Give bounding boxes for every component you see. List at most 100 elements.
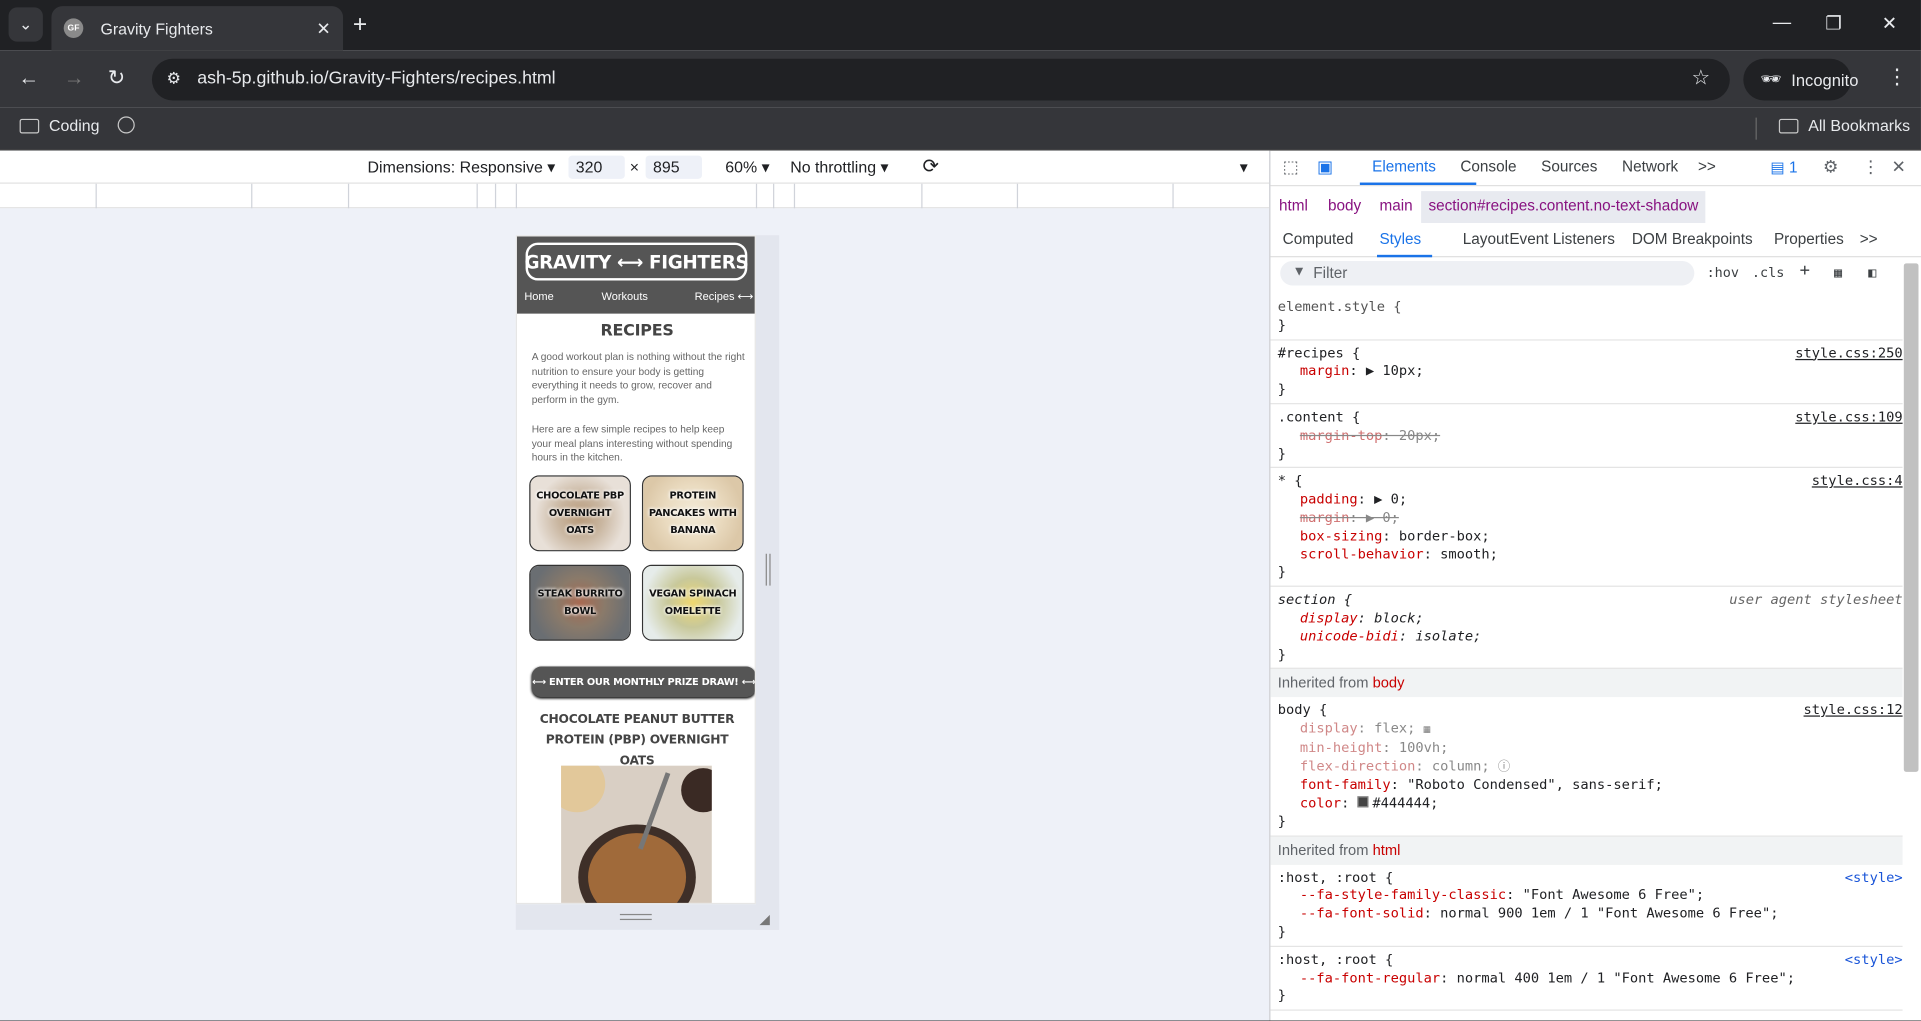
height-input[interactable]: 895 [645, 155, 702, 179]
tab-network[interactable]: Network [1622, 158, 1678, 175]
resize-handle-right[interactable] [765, 553, 771, 586]
rule-body[interactable]: body { style.css:12 display: flex; ▦ min… [1270, 697, 1903, 837]
resize-corner-icon[interactable]: ◢ [760, 911, 770, 928]
subtab-layout[interactable]: Layout [1463, 230, 1509, 247]
prize-draw-button[interactable]: ⟷ ENTER OUR MONTHLY PRIZE DRAW! ⟷ [531, 666, 755, 698]
device-toggle-icon[interactable]: ▣ [1317, 157, 1333, 178]
css-property[interactable]: scroll-behavior: smooth; [1278, 546, 1895, 564]
issues-badge[interactable]: ▤ 1 [1770, 158, 1797, 176]
css-property[interactable]: font-family: "Roboto Condensed", sans-se… [1278, 777, 1895, 795]
new-rule-icon[interactable]: + [1800, 261, 1810, 281]
zoom-dropdown[interactable]: 60% ▾ [725, 158, 769, 178]
hov-button[interactable]: :hov [1707, 265, 1739, 281]
bookmark-globe[interactable] [117, 116, 135, 134]
css-property-inactive[interactable]: min-height: 100vh; [1278, 740, 1895, 758]
rule-content[interactable]: .content { style.css:109 margin-top: 20p… [1270, 404, 1903, 469]
rotate-icon[interactable]: ⟳ [923, 154, 939, 179]
rule-host-root-2[interactable]: :host, :root { <style> --fa-font-regular… [1270, 947, 1903, 1011]
recipe-card-burrito[interactable]: STEAK BURRITO BOWL [529, 564, 631, 641]
rule-source-link[interactable]: style.css:250 [1795, 345, 1902, 363]
css-property-overridden[interactable]: margin-top: 20px; [1278, 427, 1895, 445]
throttling-dropdown[interactable]: No throttling ▾ [790, 158, 888, 178]
rule-section-ua[interactable]: section { user agent stylesheet display:… [1270, 587, 1903, 670]
rule-source-link[interactable]: style.css:109 [1795, 409, 1902, 427]
recipe-card-oats[interactable]: CHOCOLATE PBP OVERNIGHT OATS [529, 475, 631, 552]
media-query-ruler[interactable] [0, 183, 1270, 209]
bookmark-star-icon[interactable]: ☆ [1692, 66, 1711, 91]
css-property[interactable]: color: #444444; [1278, 795, 1895, 813]
css-property-inactive[interactable]: flex-direction: column; ⓘ [1278, 758, 1895, 777]
resize-handle-bottom[interactable] [619, 913, 652, 921]
crumb-html[interactable]: html [1279, 197, 1308, 214]
subtab-properties[interactable]: Properties [1774, 230, 1844, 247]
crumb-body[interactable]: body [1328, 197, 1361, 214]
subtab-styles[interactable]: Styles [1379, 230, 1421, 247]
cls-button[interactable]: .cls [1752, 265, 1784, 281]
styles-filter-input[interactable]: ▼ Filter [1280, 260, 1695, 286]
reload-icon[interactable]: ↻ [108, 66, 125, 91]
close-window-icon[interactable]: ✕ [1882, 12, 1897, 34]
incognito-badge[interactable]: 🕶 Incognito [1743, 58, 1858, 101]
site-logo[interactable]: GRAVITY ⟷ FIGHTERS [524, 242, 749, 281]
close-tab-icon[interactable]: ✕ [316, 18, 330, 39]
url-text[interactable]: ash-5p.github.io/Gravity-Fighters/recipe… [197, 69, 555, 89]
crumb-section[interactable]: section#recipes.content.no-text-shadow [1421, 191, 1706, 223]
rule-host-root-1[interactable]: :host, :root { <style> --fa-style-family… [1270, 864, 1903, 947]
close-devtools-icon[interactable]: ✕ [1892, 157, 1906, 178]
all-bookmarks-button[interactable]: All Bookmarks [1778, 116, 1910, 135]
css-property[interactable]: --fa-font-solid: normal 900 1em / 1 "Fon… [1278, 905, 1895, 923]
rule-source-link[interactable]: <style> [1845, 952, 1903, 970]
rule-source-link[interactable]: style.css:4 [1812, 473, 1903, 491]
restore-icon[interactable]: ❐ [1825, 12, 1841, 34]
back-icon[interactable]: ← [18, 66, 39, 91]
subtab-computed[interactable]: Computed [1283, 230, 1354, 247]
info-icon[interactable]: ⓘ [1498, 760, 1510, 773]
crumb-main[interactable]: main [1379, 197, 1412, 214]
css-property[interactable]: margin: ▶ 10px; [1278, 363, 1895, 381]
tab-console[interactable]: Console [1460, 158, 1516, 175]
device-toolbar-more-icon[interactable]: ▾ [1240, 158, 1248, 178]
more-subtabs-button[interactable]: >> [1860, 230, 1878, 247]
browser-tab[interactable]: GF Gravity Fighters ✕ [51, 6, 344, 51]
color-swatch[interactable] [1357, 796, 1369, 808]
width-input[interactable]: 320 [568, 155, 625, 179]
css-property[interactable]: unicode-bidi: isolate; [1278, 628, 1895, 646]
bookmark-coding[interactable]: Coding [19, 116, 99, 135]
inherited-element[interactable]: html [1373, 841, 1401, 858]
css-property-inactive[interactable]: display: flex; ▦ [1278, 720, 1895, 739]
minimize-icon[interactable]: — [1773, 12, 1791, 33]
forward-icon[interactable]: → [64, 66, 85, 91]
paint-icon[interactable]: ▦ [1834, 265, 1842, 281]
styles-scrollbar[interactable] [1903, 263, 1919, 772]
rule-source-link[interactable]: <style> [1845, 869, 1903, 887]
rule-universal[interactable]: * { style.css:4 padding: ▶ 0; margin: ▶ … [1270, 468, 1903, 588]
css-property[interactable]: box-sizing: border-box; [1278, 528, 1895, 546]
rule-source-link[interactable]: style.css:12 [1804, 702, 1903, 720]
settings-gear-icon[interactable]: ⚙ [1823, 157, 1838, 178]
css-property[interactable]: display: block; [1278, 610, 1895, 628]
css-property[interactable]: padding: ▶ 0; [1278, 491, 1895, 509]
new-tab-button[interactable]: + [353, 11, 367, 38]
inspect-element-icon[interactable]: ⬚ [1283, 157, 1299, 178]
browser-menu-icon[interactable]: ⋮ [1887, 65, 1908, 90]
nav-home[interactable]: Home [524, 290, 553, 302]
subtab-dom-breakpoints[interactable]: DOM Breakpoints [1632, 230, 1753, 247]
address-bar[interactable]: ⚙ ash-5p.github.io/Gravity-Fighters/reci… [151, 58, 1730, 101]
tab-search-button[interactable]: ⌄ [8, 7, 43, 42]
devtools-menu-icon[interactable]: ⋮ [1862, 157, 1879, 178]
css-property[interactable]: --fa-font-regular: normal 400 1em / 1 "F… [1278, 970, 1895, 988]
recipe-card-pancakes[interactable]: PROTEIN PANCAKES WITH BANANA [641, 475, 744, 552]
rule-recipes[interactable]: #recipes { style.css:250 margin: ▶ 10px;… [1270, 340, 1903, 405]
inherited-element[interactable]: body [1373, 674, 1405, 691]
css-property[interactable]: --fa-style-family-classic: "Font Awesome… [1278, 887, 1895, 905]
dimensions-dropdown[interactable]: Dimensions: Responsive ▾ [368, 158, 556, 178]
tab-elements[interactable]: Elements [1372, 158, 1436, 175]
tab-sources[interactable]: Sources [1541, 158, 1597, 175]
toggle-sidebar-icon[interactable]: ◧ [1868, 265, 1876, 281]
css-property-overridden[interactable]: margin: ▶ 0; [1278, 510, 1895, 528]
recipe-card-omelette[interactable]: VEGAN SPINACH OMELETTE [641, 564, 744, 641]
more-tabs-button[interactable]: >> [1698, 158, 1716, 175]
nav-recipes[interactable]: Recipes ⟷ [695, 290, 754, 303]
flex-editor-icon[interactable]: ▦ [1424, 724, 1431, 736]
nav-workouts[interactable]: Workouts [602, 290, 648, 302]
